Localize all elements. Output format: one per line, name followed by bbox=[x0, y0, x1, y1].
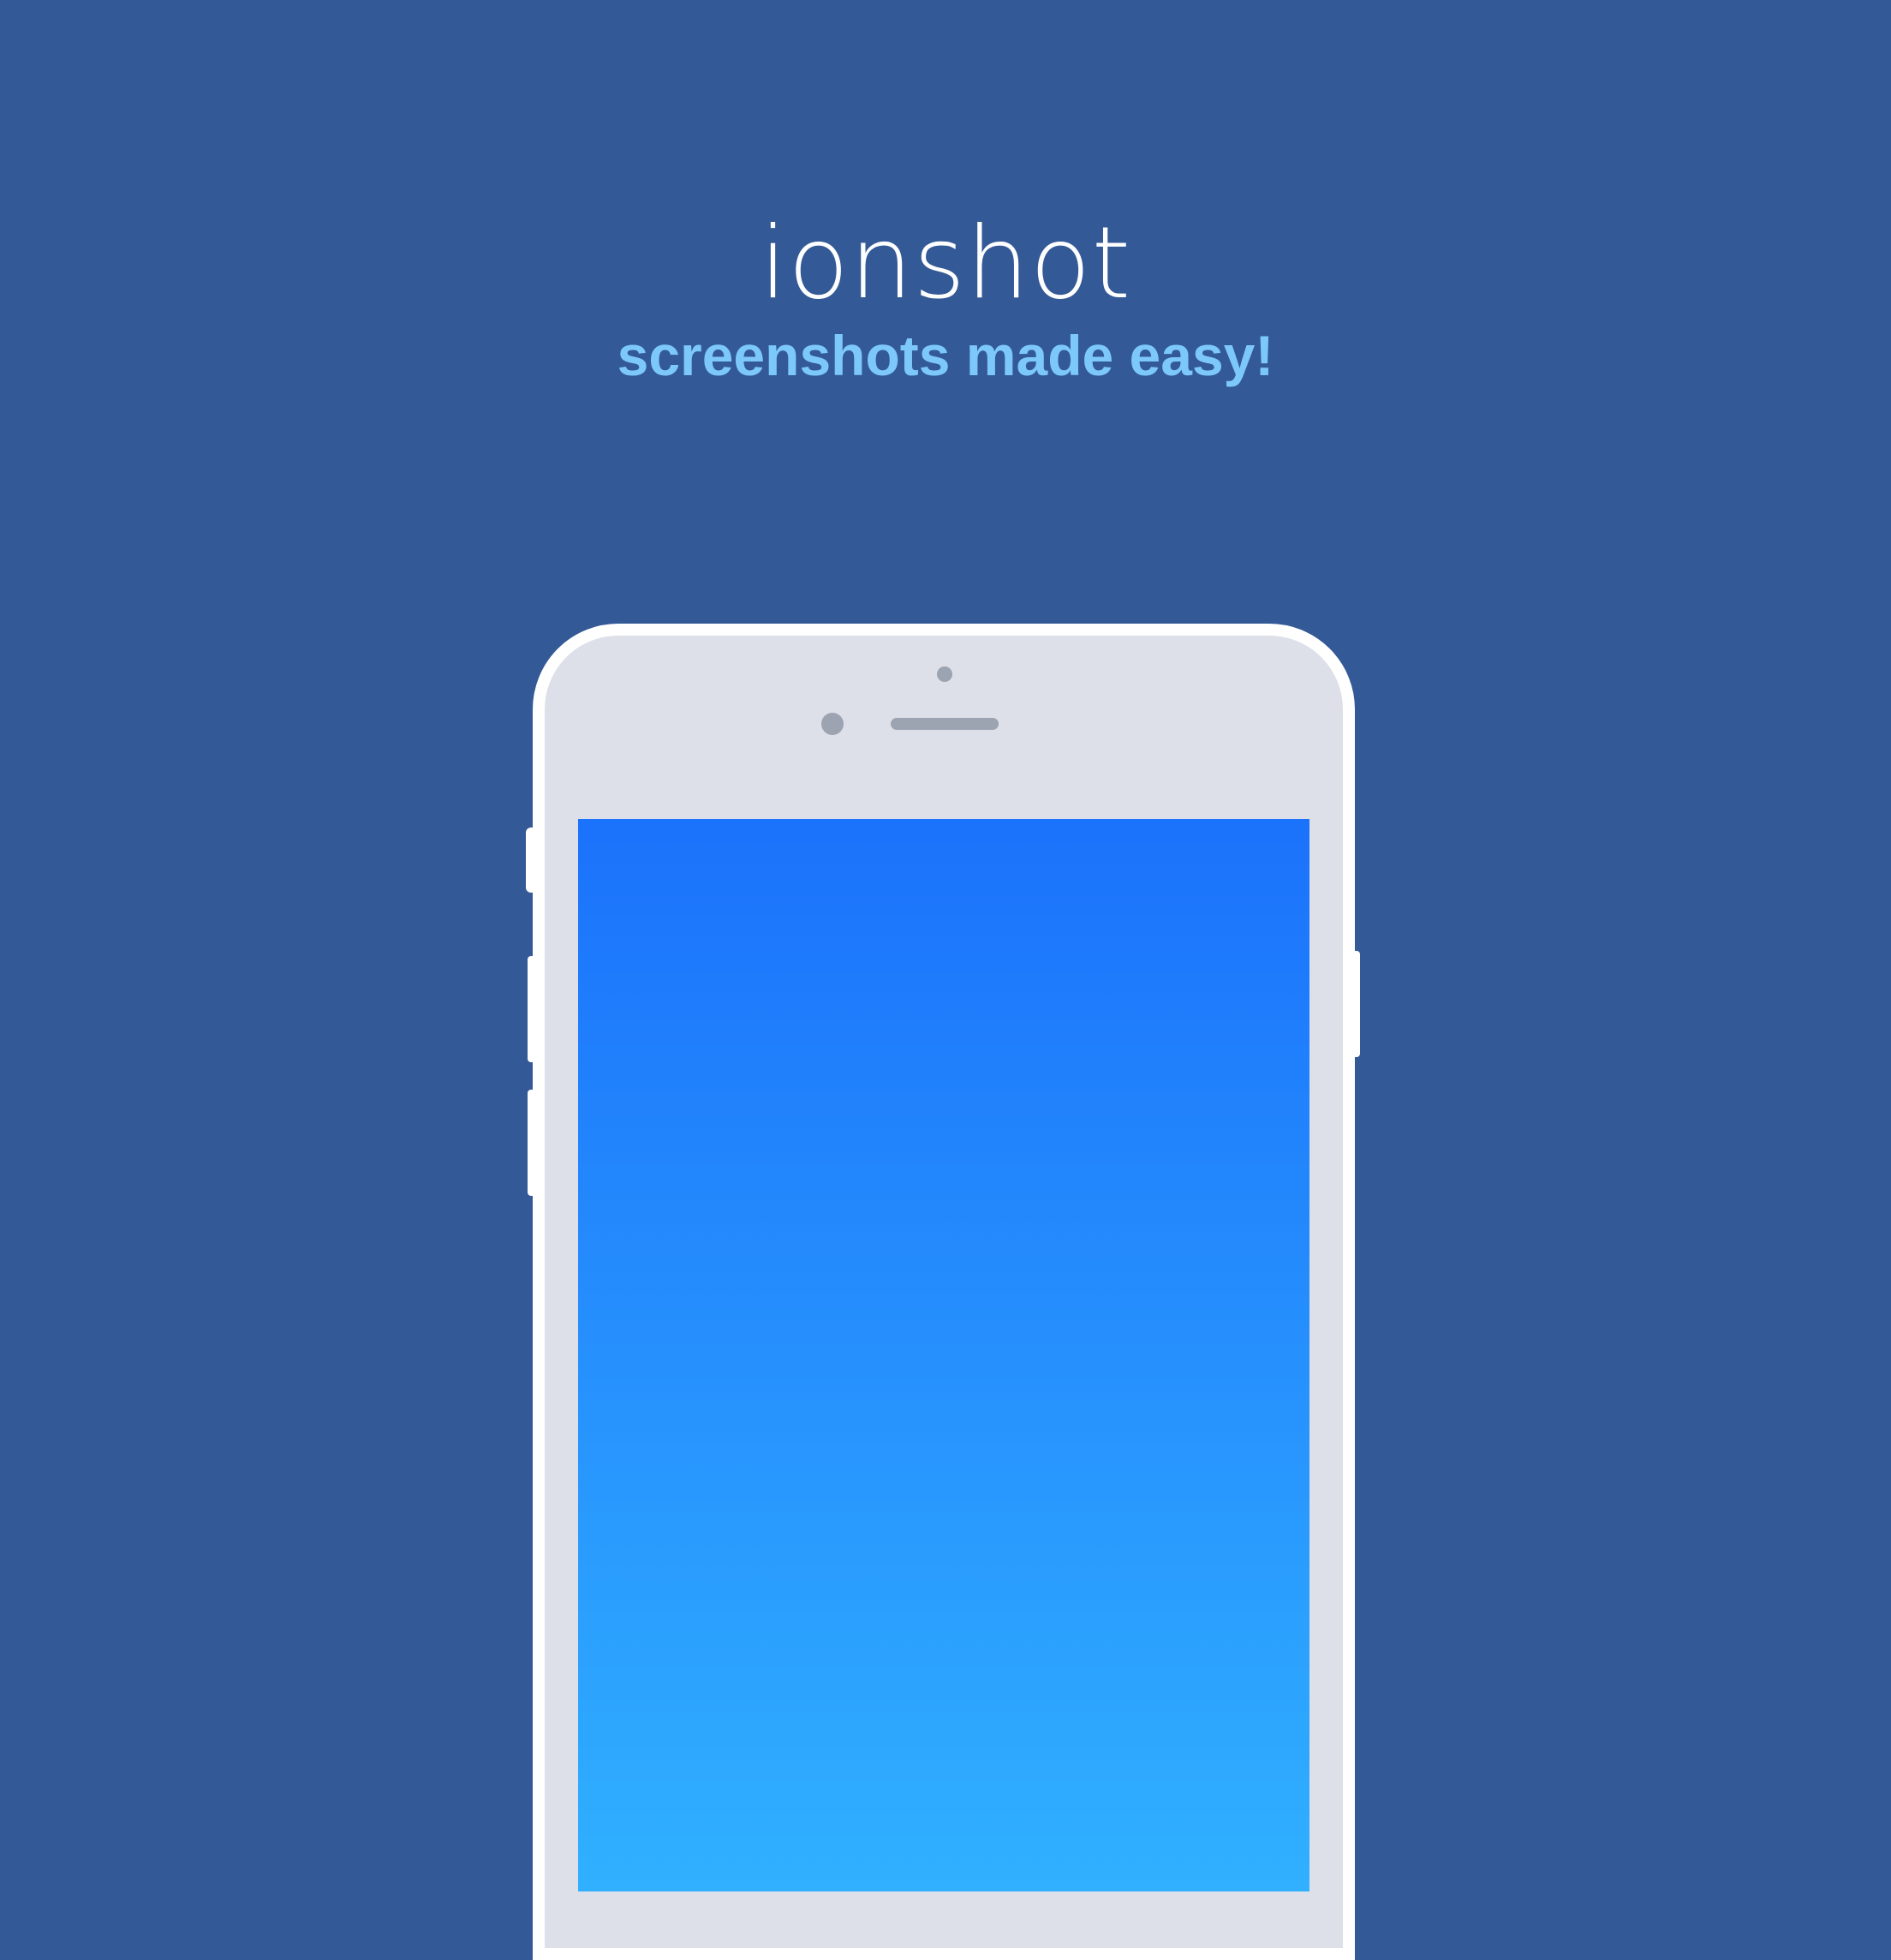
front-camera-icon bbox=[821, 713, 844, 735]
app-tagline: screenshots made easy! bbox=[617, 324, 1274, 387]
earpiece-speaker-icon bbox=[891, 718, 999, 730]
proximity-sensor-icon bbox=[937, 666, 952, 682]
app-title: ionshot bbox=[759, 206, 1132, 321]
phone-screen bbox=[578, 819, 1309, 1891]
